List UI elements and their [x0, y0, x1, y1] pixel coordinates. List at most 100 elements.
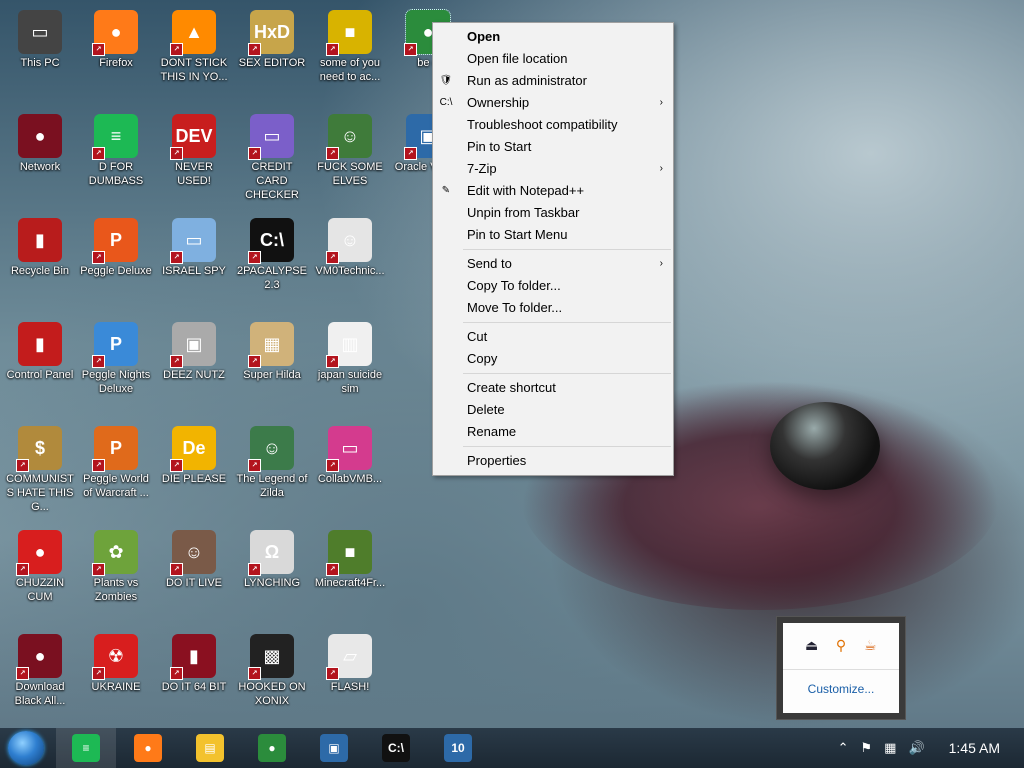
desktop-icon-label: DEEZ NUTZ: [163, 369, 225, 381]
usb-icon[interactable]: ⏏: [803, 637, 821, 655]
desktop-icon-glyph: ▮: [35, 229, 45, 250]
desktop-icon[interactable]: ☢ ↗ UKRAINE: [78, 628, 154, 694]
desktop-icon-glyph: ▭: [341, 437, 359, 458]
desktop-icon[interactable]: ▣ ↗ DEEZ NUTZ: [156, 316, 232, 382]
desktop-icon-glyph: ■: [344, 21, 356, 42]
desktop-icon[interactable]: ● ↗ Download Black All...: [2, 628, 78, 708]
action-center-flag-icon[interactable]: ⚑: [860, 740, 872, 756]
desktop-icon[interactable]: ● ↗ Firefox: [78, 4, 154, 70]
desktop-icon[interactable]: ✿ ↗ Plants vs Zombies: [78, 524, 154, 604]
desktop-icon[interactable]: ≡ ↗ D FOR DUMBASS: [78, 108, 154, 188]
taskbar-button-virtualbox[interactable]: ▣: [304, 728, 364, 768]
file-explorer-icon: ▤: [196, 734, 224, 762]
shortcut-arrow-icon: ↗: [248, 459, 261, 472]
desktop-icon[interactable]: ■ ↗ Minecraft4Fr...: [312, 524, 388, 590]
desktop-icon[interactable]: ☺ ↗ FUCK SOME ELVES: [312, 108, 388, 188]
desktop-icon[interactable]: ▭ ↗ ISRAEL SPY: [156, 212, 232, 278]
desktop-icon[interactable]: ▲ ↗ DONT STICK THIS IN YO...: [156, 4, 232, 84]
desktop-icon[interactable]: ▮ Recycle Bin: [2, 212, 78, 278]
desktop-icon-label: Peggle Deluxe: [80, 265, 152, 277]
menu-item-open-file-location[interactable]: Open file location: [433, 48, 673, 70]
desktop-icon[interactable]: ● Network: [2, 108, 78, 174]
desktop-icon-glyph: P: [109, 437, 122, 458]
java-icon[interactable]: ☕: [861, 637, 879, 655]
desktop-icon-label: Peggle Nights Deluxe: [81, 369, 151, 395]
desktop-icon[interactable]: ☺ ↗ The Legend of Zilda: [234, 420, 310, 500]
desktop-icon-label: Control Panel: [6, 369, 74, 381]
desktop-icon[interactable]: ▩ ↗ HOOKED ON XONIX: [234, 628, 310, 708]
desktop-icon-image: ▮ ↗: [170, 634, 216, 680]
desktop-icon-label: DONT STICK THIS IN YO...: [160, 57, 228, 83]
desktop-icon[interactable]: P ↗ Peggle World of Warcraft ...: [78, 420, 154, 500]
desktop-icon[interactable]: P ↗ Peggle Nights Deluxe: [78, 316, 154, 396]
desktop-icon-label: japan suicide sim: [317, 369, 383, 395]
network-icon[interactable]: ▦: [884, 740, 896, 756]
desktop-icon[interactable]: P ↗ Peggle Deluxe: [78, 212, 154, 278]
desktop-icon-image: ✿ ↗: [92, 530, 138, 576]
menu-item-send-to[interactable]: Send to ›: [433, 253, 673, 275]
volume-icon[interactable]: 🔊: [908, 740, 924, 756]
desktop-icon[interactable]: ▮ ↗ DO IT 64 BIT: [156, 628, 232, 694]
desktop-icon[interactable]: C:\ ↗ 2PACALYPSE 2.3: [234, 212, 310, 292]
desktop-icon[interactable]: ▭ This PC: [2, 4, 78, 70]
desktop-icon-label: NEVER USED!: [175, 161, 213, 187]
desktop-icon[interactable]: ■ ↗ some of you need to ac...: [312, 4, 388, 84]
desktop-icon-glyph: ■: [344, 541, 356, 562]
desktop-icon-glyph: ☺: [184, 541, 204, 562]
menu-item-label: Move To folder...: [467, 300, 563, 315]
search-icon[interactable]: ⚲: [832, 637, 850, 655]
taskbar-button-chrome[interactable]: ●: [242, 728, 302, 768]
menu-item-cut[interactable]: Cut: [433, 326, 673, 348]
desktop-icon[interactable]: De ↗ DIE PLEASE: [156, 420, 232, 486]
menu-item-unpin-from-taskbar[interactable]: Unpin from Taskbar: [433, 202, 673, 224]
desktop-icon[interactable]: ▦ ↗ Super Hilda: [234, 316, 310, 382]
desktop-icon-image: ■ ↗: [326, 10, 372, 56]
desktop-icon[interactable]: DEV ↗ NEVER USED!: [156, 108, 232, 188]
taskbar-button-firefox[interactable]: ●: [118, 728, 178, 768]
menu-item-pin-to-start-menu[interactable]: Pin to Start Menu: [433, 224, 673, 246]
taskbar-button-command-prompt[interactable]: C:\: [366, 728, 426, 768]
submenu-arrow-icon: ›: [659, 258, 663, 269]
desktop-icon[interactable]: ▮ Control Panel: [2, 316, 78, 382]
desktop-icon[interactable]: ▱ ↗ FLASH!: [312, 628, 388, 694]
desktop-icon[interactable]: Ω ↗ LYNCHING: [234, 524, 310, 590]
desktop-icon[interactable]: ☺ ↗ DO IT LIVE: [156, 524, 232, 590]
shortcut-arrow-icon: ↗: [326, 667, 339, 680]
desktop-icon[interactable]: ☺ ↗ VM0Technic...: [312, 212, 388, 278]
taskbar-button-file-explorer[interactable]: ▤: [180, 728, 240, 768]
shortcut-arrow-icon: ↗: [248, 355, 261, 368]
desktop-icon-glyph: ✿: [108, 541, 124, 562]
desktop-icon[interactable]: ● ↗ CHUZZIN CUM: [2, 524, 78, 604]
desktop-icon-glyph: ☺: [340, 229, 360, 250]
menu-item-delete[interactable]: Delete: [433, 399, 673, 421]
start-button[interactable]: [8, 731, 44, 765]
desktop-icon[interactable]: ▭ ↗ CollabVMB...: [312, 420, 388, 486]
menu-item-7-zip[interactable]: 7-Zip ›: [433, 158, 673, 180]
menu-item-ownership[interactable]: C:\ Ownership ›: [433, 92, 673, 114]
desktop-icon-label: COMMUNISTS HATE THIS G...: [6, 473, 74, 513]
desktop-icon[interactable]: ▥ ↗ japan suicide sim: [312, 316, 388, 396]
menu-item-run-as-administrator[interactable]: 🛡 Run as administrator: [433, 70, 673, 92]
taskbar-button-windows-10-app[interactable]: 10: [428, 728, 488, 768]
menu-item-create-shortcut[interactable]: Create shortcut: [433, 377, 673, 399]
menu-item-label: Open file location: [467, 51, 568, 66]
menu-item-move-to-folder[interactable]: Move To folder...: [433, 297, 673, 319]
clock[interactable]: 1:45 AM: [949, 740, 1000, 756]
menu-item-pin-to-start[interactable]: Pin to Start: [433, 136, 673, 158]
desktop-icon-label: Network: [19, 161, 61, 173]
show-hidden-icons-button[interactable]: ⌃: [838, 740, 849, 756]
menu-item-open[interactable]: Open: [433, 26, 673, 48]
desktop-icon[interactable]: $ ↗ COMMUNISTS HATE THIS G...: [2, 420, 78, 514]
desktop-icon[interactable]: HxD ↗ SEX EDITOR: [234, 4, 310, 70]
menu-item-edit-with-notepad[interactable]: ✎ Edit with Notepad++: [433, 180, 673, 202]
menu-item-properties[interactable]: Properties: [433, 450, 673, 472]
desktop-icon-glyph: ▭: [185, 229, 203, 250]
menu-item-copy[interactable]: Copy: [433, 348, 673, 370]
menu-item-copy-to-folder[interactable]: Copy To folder...: [433, 275, 673, 297]
shortcut-arrow-icon: ↗: [248, 251, 261, 264]
taskbar-button-spotify[interactable]: ≡: [56, 728, 116, 768]
desktop-icon[interactable]: ▭ ↗ CREDIT CARD CHECKER: [234, 108, 310, 202]
customize-link[interactable]: Customize...: [783, 682, 899, 696]
menu-item-rename[interactable]: Rename: [433, 421, 673, 443]
menu-item-troubleshoot-compatibility[interactable]: Troubleshoot compatibility: [433, 114, 673, 136]
